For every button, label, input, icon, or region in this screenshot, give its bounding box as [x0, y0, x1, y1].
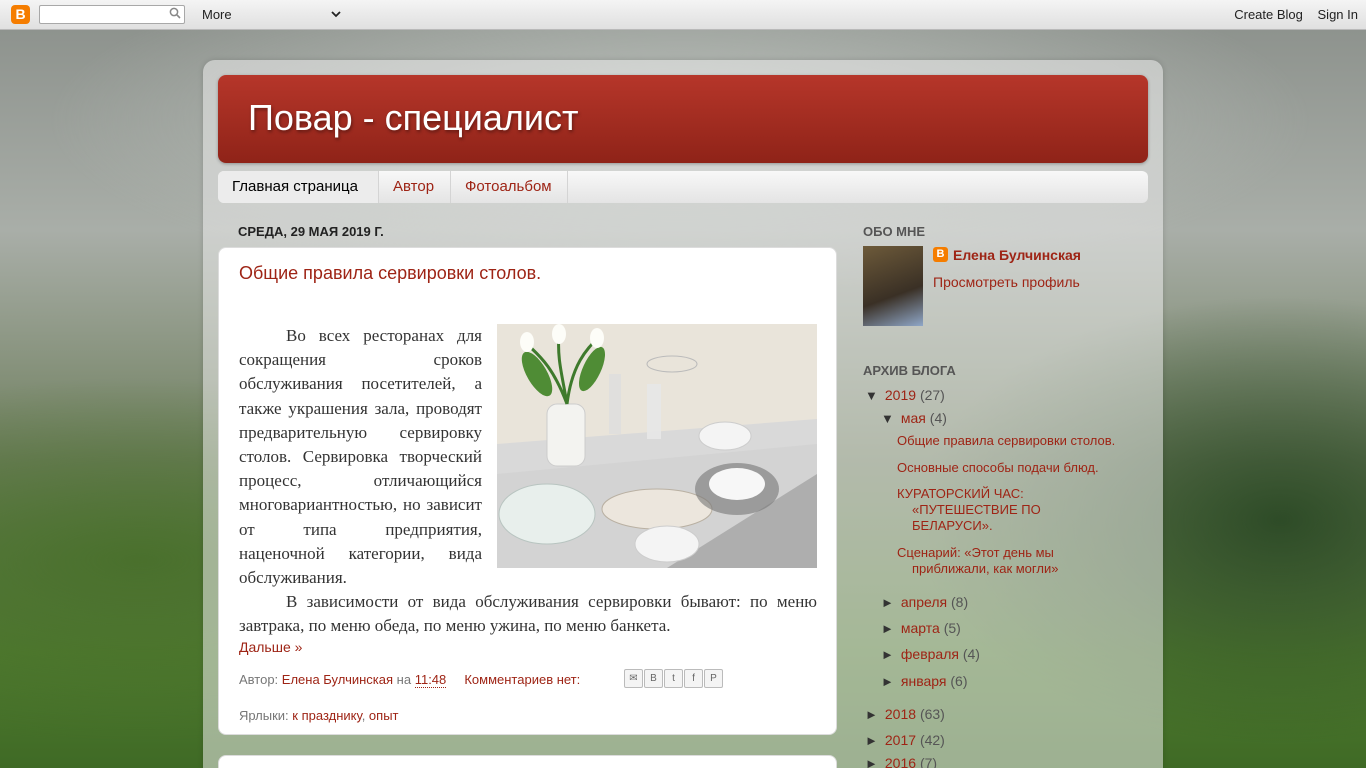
archive-year-2017[interactable]: ► 2017 (42): [865, 732, 945, 748]
archive-post-link[interactable]: Общие правила сервировки столов.: [897, 433, 1144, 449]
tab-photoalbum[interactable]: Фотоальбом: [451, 171, 568, 203]
archive-count: (4): [962, 646, 980, 662]
archive-month-april[interactable]: ► апреля (8): [881, 594, 968, 610]
search-icon[interactable]: [169, 7, 181, 19]
archive-count: (5): [943, 620, 961, 636]
archive-count: (8): [951, 594, 969, 610]
blogthis-share-icon[interactable]: B: [644, 669, 663, 688]
at-label: на: [396, 672, 412, 687]
archive-count: (42): [919, 732, 945, 748]
archive-year-label[interactable]: 2018: [885, 706, 916, 722]
archive-month-label[interactable]: мая: [901, 410, 926, 426]
archive-year-2019[interactable]: ▼ 2019 (27): [865, 387, 945, 403]
archive-count: (7): [919, 755, 938, 768]
archive-month-may[interactable]: ▼ мая (4): [881, 410, 947, 426]
facebook-share-icon[interactable]: f: [684, 669, 703, 688]
archive-month-february[interactable]: ► февраля (4): [881, 646, 980, 662]
expand-toggle-icon[interactable]: ►: [881, 674, 897, 689]
blogger-profile-icon: B: [933, 247, 948, 262]
label-link-experience[interactable]: опыт: [369, 708, 399, 723]
author-link[interactable]: Елена Булчинская: [282, 672, 393, 687]
archive-month-label[interactable]: марта: [901, 620, 940, 636]
blog-header: Повар - специалист: [218, 75, 1148, 163]
archive-count: (27): [919, 387, 945, 403]
archive-month-label[interactable]: февраля: [901, 646, 959, 662]
archive-count: (63): [919, 706, 945, 722]
collapse-toggle-icon[interactable]: ▼: [881, 411, 897, 426]
blogger-logo-icon[interactable]: B: [11, 5, 30, 24]
archive-year-2018[interactable]: ► 2018 (63): [865, 706, 945, 722]
archive-month-january[interactable]: ► января (6): [881, 673, 968, 689]
blogger-navbar: B More Create Blog Sign In: [0, 0, 1366, 30]
label-link-holiday[interactable]: к празднику: [292, 708, 361, 723]
page-tabs: Главная страница Автор Фотоальбом: [218, 171, 1148, 203]
post-body-text: Во всех ресторанах для сокращения сроков…: [239, 324, 482, 590]
tab-author[interactable]: Автор: [379, 171, 451, 203]
collapse-toggle-icon[interactable]: ▼: [865, 388, 881, 403]
expand-toggle-icon[interactable]: ►: [881, 647, 897, 662]
archive-post-link[interactable]: Сценарий: «Этот день мы приближали, как …: [897, 545, 1102, 577]
archive-month-march[interactable]: ► марта (5): [881, 620, 961, 636]
next-blog-post: [218, 755, 837, 768]
archive-count: (4): [929, 410, 947, 426]
more-dropdown[interactable]: More: [202, 6, 344, 23]
labels-prefix: Ярлыки:: [239, 708, 289, 723]
email-share-icon[interactable]: ✉: [624, 669, 643, 688]
chevron-down-icon: [331, 11, 341, 18]
expand-toggle-icon[interactable]: ►: [865, 707, 881, 722]
view-profile-link[interactable]: Просмотреть профиль: [933, 274, 1080, 290]
post-paragraph-1: Во всех ресторанах для сокращения сроков…: [239, 326, 482, 588]
archive-post-link[interactable]: Основные способы подачи блюд.: [897, 460, 1144, 476]
blog-title[interactable]: Повар - специалист: [248, 97, 579, 139]
post-labels: Ярлыки: к празднику, опыт: [239, 708, 399, 723]
blog-post: Общие правила сервировки столов. Во всех…: [218, 247, 837, 735]
search-input[interactable]: [39, 5, 185, 24]
post-paragraph-2: В зависимости от вида обслуживания серви…: [239, 592, 817, 636]
more-label: More: [202, 7, 232, 22]
tab-home[interactable]: Главная страница: [218, 171, 379, 203]
expand-toggle-icon[interactable]: ►: [865, 756, 881, 768]
archive-month-label[interactable]: января: [901, 673, 947, 689]
create-blog-link[interactable]: Create Blog: [1234, 7, 1303, 22]
archive-heading: АРХИВ БЛОГА: [863, 363, 956, 378]
about-heading: ОБО МНЕ: [863, 224, 926, 239]
post-date-header: СРЕДА, 29 МАЯ 2019 Г.: [238, 224, 384, 239]
twitter-share-icon[interactable]: t: [664, 669, 683, 688]
table-setting-image: [497, 324, 817, 568]
archive-month-label[interactable]: апреля: [901, 594, 947, 610]
comments-link[interactable]: Комментариев нет:: [464, 672, 580, 687]
avatar[interactable]: [863, 246, 923, 326]
archive-year-label[interactable]: 2019: [885, 387, 916, 403]
archive-year-2016[interactable]: ► 2016 (7): [865, 755, 937, 768]
archive-count: (6): [950, 673, 968, 689]
read-more-link[interactable]: Дальше »: [239, 639, 302, 655]
post-title[interactable]: Общие правила сервировки столов.: [239, 263, 541, 284]
expand-toggle-icon[interactable]: ►: [881, 621, 897, 636]
share-buttons: ✉ Bt f P: [624, 669, 724, 688]
archive-year-label[interactable]: 2016: [885, 755, 916, 768]
expand-toggle-icon[interactable]: ►: [865, 733, 881, 748]
profile-name-link[interactable]: Елена Булчинская: [953, 247, 1081, 263]
post-time-link[interactable]: 11:48: [414, 672, 447, 688]
post-footer: Автор: Елена Булчинская на 11:48 Коммент…: [239, 669, 817, 688]
sign-in-link[interactable]: Sign In: [1318, 7, 1358, 22]
pinterest-share-icon[interactable]: P: [704, 669, 723, 688]
archive-post-link[interactable]: КУРАТОРСКИЙ ЧАС: «ПУТЕШЕСТВИЕ ПО БЕЛАРУС…: [897, 486, 1072, 534]
post-image[interactable]: [497, 324, 817, 568]
archive-year-label[interactable]: 2017: [885, 732, 916, 748]
author-prefix: Автор:: [239, 672, 279, 687]
expand-toggle-icon[interactable]: ►: [881, 595, 897, 610]
